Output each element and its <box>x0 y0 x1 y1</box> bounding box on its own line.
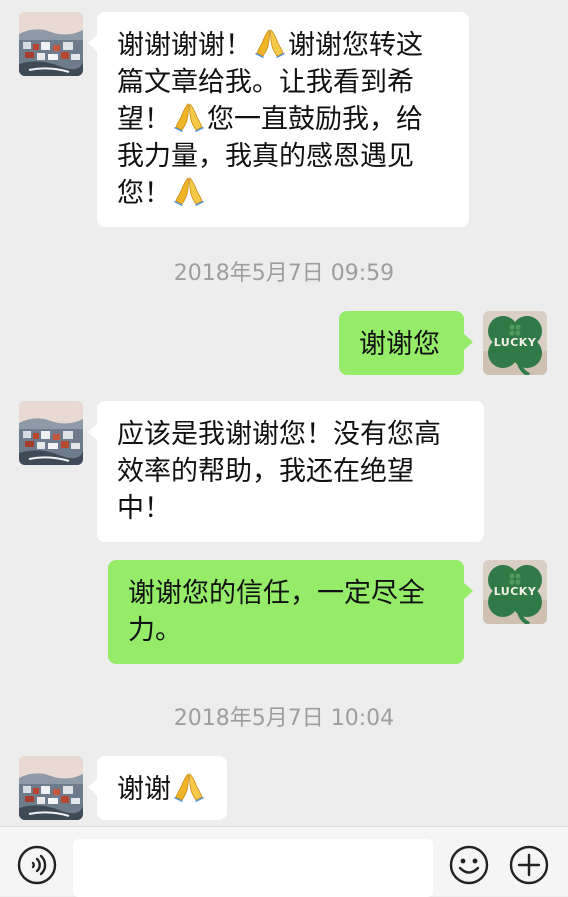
message-bubble-outgoing[interactable]: 谢谢您 <box>339 311 473 375</box>
folded-hands-emoji-icon <box>255 28 285 58</box>
avatar-label: LUCKY <box>493 336 537 349</box>
voice-icon[interactable] <box>17 845 57 885</box>
message-bubble-incoming[interactable]: 谢谢谢谢！ 谢谢您转这篇文章给我。让我看到希望！ 您一直鼓励我，给我力量，我真的感恩… <box>88 12 469 227</box>
self-avatar[interactable]: LUCKY <box>483 311 547 375</box>
message-bubble-incoming[interactable]: 谢谢 <box>88 756 227 820</box>
message-row-incoming: 谢谢 <box>0 756 568 822</box>
landscape-town-photo-icon <box>19 12 83 76</box>
message-bubble-incoming[interactable]: 应该是我谢谢您！没有您高效率的帮助，我还在绝望中！ <box>88 401 484 542</box>
plus-icon[interactable] <box>509 845 549 885</box>
folded-hands-emoji-icon <box>174 176 204 206</box>
chat-message-list: 谢谢谢谢！ 谢谢您转这篇文章给我。让我看到希望！ 您一直鼓励我，给我力量，我真的感恩… <box>0 0 568 826</box>
landscape-town-photo-icon <box>19 756 83 820</box>
contact-avatar[interactable] <box>19 12 83 76</box>
message-row-outgoing: 谢谢您的信任，一定尽全力。 LUCKY <box>0 560 568 664</box>
smiley-icon[interactable] <box>449 845 489 885</box>
message-row-incoming: 应该是我谢谢您！没有您高效率的帮助，我还在绝望中！ <box>0 401 568 542</box>
message-text: 谢谢谢谢！ <box>117 30 252 61</box>
message-text: 谢谢您的信任，一定尽全力。 <box>128 578 425 646</box>
message-text-input[interactable] <box>73 839 433 897</box>
message-text: 谢谢 <box>117 774 171 805</box>
folded-hands-emoji-icon <box>174 772 204 802</box>
timestamp-divider: 2018年5月7日 10:04 <box>173 706 395 731</box>
contact-avatar[interactable] <box>19 756 83 820</box>
landscape-town-photo-icon <box>19 401 83 465</box>
contact-avatar[interactable] <box>19 401 83 465</box>
self-avatar[interactable]: LUCKY <box>483 560 547 624</box>
message-row-outgoing: 谢谢您 LUCKY <box>0 311 568 377</box>
message-bubble-outgoing[interactable]: 谢谢您的信任，一定尽全力。 <box>108 560 473 664</box>
chat-input-bar <box>0 826 568 897</box>
timestamp-divider: 2018年5月7日 09:59 <box>173 261 395 286</box>
folded-hands-emoji-icon <box>174 102 204 132</box>
message-text: 谢谢您 <box>359 329 440 360</box>
message-text: 应该是我谢谢您！没有您高效率的帮助，我还在绝望中！ <box>117 419 441 524</box>
message-row-incoming: 谢谢谢谢！ 谢谢您转这篇文章给我。让我看到希望！ 您一直鼓励我，给我力量，我真的感恩… <box>0 12 568 227</box>
avatar-label: LUCKY <box>493 585 537 598</box>
